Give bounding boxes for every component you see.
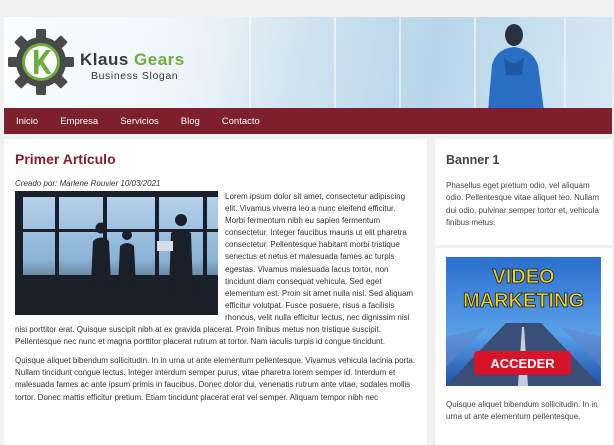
- brand-block: Klaus Gears Business Slogan: [80, 51, 185, 83]
- post-paragraph-2: Quisque aliquet bibendum sollicitudin. I…: [15, 356, 416, 402]
- site-header: Klaus Gears Business Slogan: [4, 17, 612, 108]
- brand-name: Klaus Gears: [80, 51, 185, 69]
- sidebar-banner-widget: Banner 1 Phasellus eget pretium odio, ve…: [435, 139, 612, 245]
- logo-link[interactable]: [6, 27, 76, 97]
- main-navigation: Inicio Empresa Servicios Blog Contacto: [4, 108, 612, 134]
- banner-title: Banner 1: [446, 153, 500, 167]
- brand-name-part1: Klaus: [80, 50, 129, 69]
- post-title[interactable]: Primer Artículo: [15, 151, 416, 167]
- main-content: Primer Artículo Creado por: Marlene Rouv…: [4, 139, 427, 445]
- brand-name-part2: Gears: [134, 50, 185, 69]
- ad-title-line2: MARKETING: [463, 290, 584, 312]
- header-person-image: [488, 24, 544, 108]
- nav-item-empresa[interactable]: Empresa: [60, 116, 98, 127]
- post-image: [15, 191, 218, 315]
- widget2-text: Quisque aliquet bibendum sollicitudin. I…: [446, 400, 598, 422]
- video-marketing-ad[interactable]: VIDEO MARKETING ACCEDER: [446, 257, 601, 386]
- nav-item-servicios[interactable]: Servicios: [120, 116, 159, 127]
- sidebar-ad-widget: VIDEO MARKETING ACCEDER Quisque aliquet …: [435, 248, 612, 445]
- window-frame: [564, 17, 566, 108]
- banner-text: Phasellus eget pretium odio, vel aliquam…: [446, 181, 599, 227]
- window-frame: [249, 17, 251, 108]
- ad-button-label: ACCEDER: [490, 356, 555, 371]
- post-body: Lorem ipsum dolor sit amet, consectetur …: [15, 191, 416, 404]
- post-meta: Creado por: Marlene Rouvier 10/03/2021: [15, 179, 161, 188]
- gear-k-logo-icon: [8, 29, 74, 95]
- nav-item-inicio[interactable]: Inicio: [16, 116, 38, 127]
- nav-item-contacto[interactable]: Contacto: [222, 116, 260, 127]
- window-frame: [334, 17, 336, 108]
- nav-item-blog[interactable]: Blog: [181, 116, 200, 127]
- ad-title-line1: VIDEO: [492, 266, 554, 288]
- window-frame: [399, 17, 401, 108]
- brand-slogan: Business Slogan: [91, 70, 179, 82]
